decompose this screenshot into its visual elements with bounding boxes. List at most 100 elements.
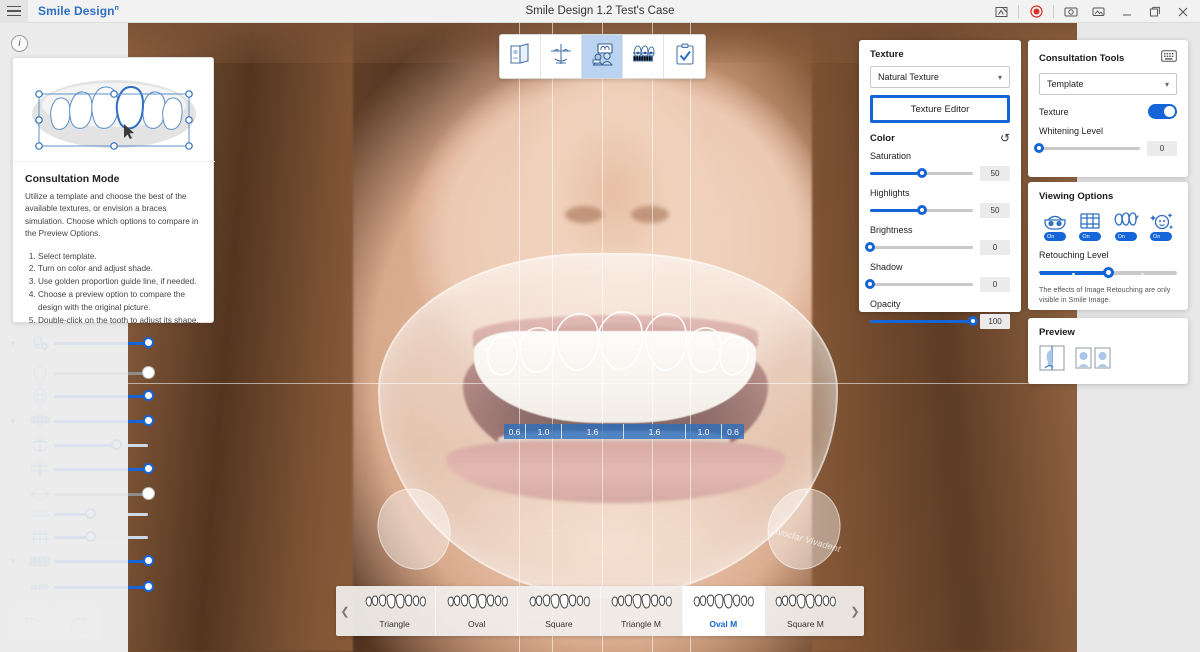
template-carousel-items: Triangle Oval Square Triangle M Oval M Square… bbox=[354, 586, 846, 636]
preview-options bbox=[1039, 345, 1177, 376]
card-steps-list: Select template.Turn on color and adjust… bbox=[25, 251, 201, 328]
consultation-tools-panel: Consultation Tools Template ▾ Texture Wh… bbox=[1028, 40, 1188, 177]
retouching-tick bbox=[1175, 272, 1179, 275]
chevron-left-icon[interactable]: ❮ bbox=[336, 586, 354, 636]
opacity-slider-value: 100 bbox=[980, 314, 1010, 329]
preview-split-view[interactable] bbox=[1039, 345, 1065, 376]
whitening-slider[interactable] bbox=[1034, 142, 1140, 153]
tool-photo-library[interactable] bbox=[500, 35, 541, 78]
consultation-mode-card: Consultation Mode Utilize a template and… bbox=[12, 57, 215, 325]
preview-side-by-side[interactable] bbox=[1075, 345, 1111, 376]
teeth-shape-icon bbox=[609, 593, 673, 616]
highlights-slider-control: Highlights 50 bbox=[870, 188, 1010, 218]
golden-proportion-segment: 1.0 bbox=[686, 424, 722, 439]
template-preview-thumbnail[interactable] bbox=[13, 58, 215, 162]
mask-on-badge[interactable]: On bbox=[1044, 232, 1066, 241]
color-heading: Color bbox=[870, 132, 895, 144]
highlights-slider[interactable] bbox=[870, 204, 973, 215]
teeth-shape-icon bbox=[691, 593, 755, 616]
maximize-icon[interactable] bbox=[1142, 0, 1168, 23]
viewing-options-heading: Viewing Options bbox=[1039, 191, 1114, 202]
tools-panel-header: Consultation Tools bbox=[1039, 49, 1177, 67]
keyboard-icon[interactable] bbox=[1161, 49, 1177, 67]
shadow-slider[interactable] bbox=[865, 278, 973, 289]
hamburger-menu-icon[interactable] bbox=[0, 0, 28, 23]
saturation-slider-label: Saturation bbox=[870, 151, 912, 161]
gallery-icon[interactable] bbox=[1086, 0, 1112, 23]
retouch-on-badge[interactable]: On bbox=[1149, 232, 1172, 241]
viewing-options-icons: On On On On bbox=[1039, 211, 1177, 241]
tool-braces[interactable] bbox=[623, 35, 664, 78]
saturation-slider-value: 50 bbox=[980, 166, 1010, 181]
close-icon[interactable] bbox=[1170, 0, 1196, 23]
template-square-m[interactable]: Square M bbox=[765, 586, 846, 636]
saturation-slider[interactable] bbox=[870, 167, 973, 178]
brightness-slider[interactable] bbox=[865, 241, 973, 252]
retouching-slider[interactable] bbox=[1037, 267, 1179, 278]
template-label: Triangle bbox=[379, 618, 410, 629]
teeth-shape-icon bbox=[445, 593, 509, 616]
retouching-tick bbox=[1072, 272, 1075, 275]
guide-line-vertical-midline bbox=[602, 23, 603, 652]
view-teeth-option[interactable]: On bbox=[1110, 211, 1142, 241]
template-oval[interactable]: Oval bbox=[436, 586, 519, 636]
shadow-slider-row: 0 bbox=[865, 277, 1010, 292]
title-bar: Smile Designп Smile Design 1.2 Test's Ca… bbox=[0, 0, 1200, 23]
brightness-slider-control: Brightness 0 bbox=[865, 225, 1010, 255]
retouching-tick bbox=[1141, 272, 1144, 275]
template-square[interactable]: Square bbox=[518, 586, 601, 636]
info-icon[interactable]: i bbox=[11, 35, 28, 52]
tool-consultation[interactable] bbox=[582, 35, 623, 78]
color-section-header: Color ↺ bbox=[870, 132, 1010, 144]
clipboard-check-icon bbox=[673, 42, 697, 71]
teeth-on-badge[interactable]: On bbox=[1114, 232, 1137, 241]
saturation-slider-control: Saturation 50 bbox=[870, 151, 1010, 181]
consultation-icon bbox=[590, 42, 614, 71]
template-carousel: ❮ Triangle Oval Square Triangle M Oval M Squa… bbox=[336, 586, 864, 636]
preview-panel: Preview bbox=[1028, 318, 1188, 384]
highlights-slider-value: 50 bbox=[980, 203, 1010, 218]
golden-proportion-bar[interactable]: 0.6 1.0 1.6 1.6 1.0 0.6 bbox=[504, 424, 744, 439]
app-name-text: Smile Design bbox=[38, 4, 115, 18]
record-icon[interactable] bbox=[1023, 0, 1049, 23]
highlights-slider-label: Highlights bbox=[870, 188, 910, 198]
texture-toggle-label: Texture bbox=[1039, 106, 1069, 117]
texture-toggle-row: Texture bbox=[1039, 104, 1177, 119]
texture-select[interactable]: Natural Texture ▾ bbox=[870, 66, 1010, 88]
tool-checklist[interactable] bbox=[664, 35, 705, 78]
chevron-right-icon[interactable]: ❯ bbox=[846, 586, 864, 636]
template-label: Oval M bbox=[709, 618, 738, 629]
control-divider-2 bbox=[1053, 5, 1054, 18]
view-braces-option[interactable]: On bbox=[1074, 211, 1106, 241]
retouching-knob[interactable] bbox=[1102, 267, 1114, 278]
highlights-slider-row: 50 bbox=[870, 203, 1010, 218]
template-select[interactable]: Template ▾ bbox=[1039, 73, 1177, 95]
braces-tool-icon bbox=[631, 42, 655, 71]
card-step: Select template. bbox=[38, 251, 201, 264]
reset-arrow-icon[interactable]: ↺ bbox=[1000, 132, 1010, 144]
camera-icon[interactable] bbox=[1058, 0, 1084, 23]
teeth-shape-icon bbox=[363, 593, 427, 616]
texture-toggle[interactable] bbox=[1148, 104, 1177, 119]
saturation-slider-row: 50 bbox=[870, 166, 1010, 181]
nostril-left bbox=[565, 206, 603, 223]
opacity-slider-control: Opacity 100 bbox=[870, 299, 1010, 329]
texture-select-value: Natural Texture bbox=[878, 72, 939, 82]
view-retouch-option[interactable]: On bbox=[1145, 211, 1177, 241]
card-heading: Consultation Mode bbox=[25, 173, 120, 185]
minimize-icon[interactable] bbox=[1114, 0, 1140, 23]
teeth-shape-icon bbox=[527, 593, 591, 616]
template-oval-m[interactable]: Oval M bbox=[682, 586, 765, 636]
braces-on-badge[interactable]: On bbox=[1079, 232, 1102, 241]
main-toolbar bbox=[499, 34, 706, 79]
guide-line-vertical-2 bbox=[552, 23, 553, 652]
template-triangle-m[interactable]: Triangle M bbox=[601, 586, 683, 636]
opacity-slider[interactable] bbox=[870, 315, 978, 326]
texture-editor-button[interactable]: Texture Editor bbox=[870, 95, 1010, 123]
template-triangle[interactable]: Triangle bbox=[354, 586, 437, 636]
screenshot-compare-icon[interactable] bbox=[988, 0, 1014, 23]
template-select-value: Template bbox=[1047, 79, 1084, 89]
tool-face-analysis[interactable] bbox=[541, 35, 582, 78]
view-mask-option[interactable]: On bbox=[1039, 211, 1071, 241]
guide-line-vertical-4 bbox=[690, 23, 691, 652]
